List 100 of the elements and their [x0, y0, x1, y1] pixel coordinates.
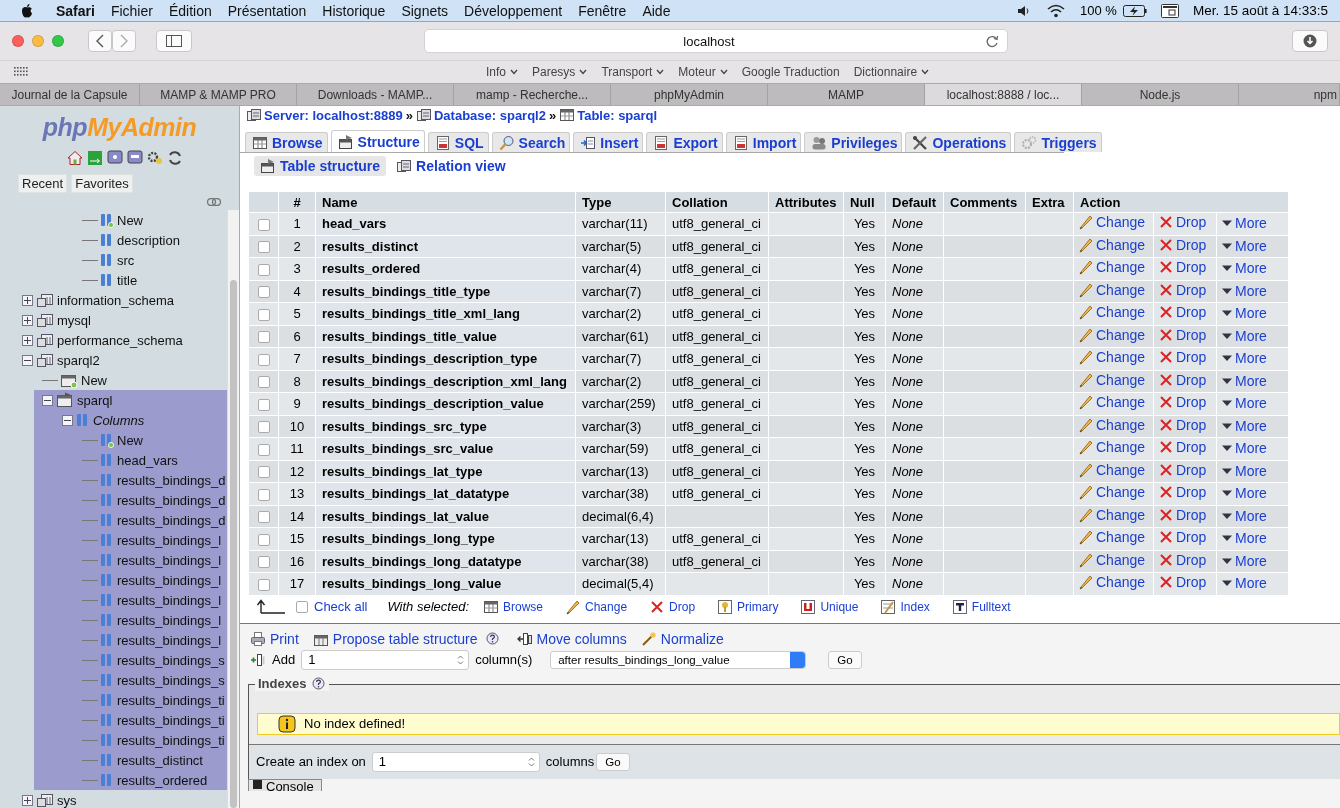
back-button[interactable] [88, 30, 112, 52]
bookmark[interactable]: Dictionnaire [853, 65, 930, 79]
bookmark[interactable]: Transport [601, 65, 665, 79]
menu-item[interactable]: Développement [456, 2, 571, 19]
menu-item[interactable]: Fichier [102, 2, 161, 19]
database-item[interactable]: mysql [57, 312, 91, 328]
row-checkbox[interactable] [257, 353, 270, 366]
downloads-button[interactable] [1292, 30, 1328, 52]
tab[interactable]: Privileges [804, 132, 903, 152]
bulk-action-link[interactable]: Fulltext [951, 598, 1011, 615]
column-item[interactable]: title [117, 272, 138, 288]
table-item[interactable]: sparql [77, 392, 113, 408]
index-columns-field[interactable]: 1 [371, 751, 540, 772]
column-count-field[interactable]: 1 [301, 649, 470, 670]
tool-link[interactable]: Move columns [516, 630, 627, 647]
go-button[interactable]: Go [596, 752, 630, 771]
tab[interactable]: Triggers [1014, 132, 1102, 152]
bulk-action-link[interactable]: Unique [800, 598, 859, 615]
sidebar-button[interactable] [156, 30, 192, 52]
tool-link[interactable]: Print [250, 630, 299, 647]
row-checkbox[interactable] [257, 533, 270, 546]
breadcrumb-link[interactable]: Database: sparql2 [415, 107, 546, 123]
minimize-window-button[interactable] [32, 35, 44, 47]
tool-link[interactable]: Propose table structure [312, 630, 478, 647]
new-item[interactable]: New [81, 372, 107, 388]
collapse-toggle[interactable] [42, 394, 53, 406]
tab[interactable]: Export [646, 132, 723, 152]
expand-toggle[interactable] [22, 794, 33, 806]
close-window-button[interactable] [12, 35, 24, 47]
menu-item[interactable]: Historique [314, 2, 394, 19]
column-item[interactable]: description [117, 232, 180, 248]
address-field[interactable]: localhost [424, 29, 1008, 53]
check-all-link[interactable]: Check all [296, 599, 368, 614]
tab[interactable]: Browse [245, 132, 328, 152]
row-checkbox[interactable] [257, 511, 270, 524]
scrollbar-thumb[interactable] [230, 280, 237, 808]
tab[interactable]: Insert [573, 132, 644, 152]
browser-tab[interactable]: localhost:8888 / loc... [925, 84, 1082, 105]
bulk-action-link[interactable]: Drop [649, 598, 696, 615]
row-checkbox[interactable] [257, 443, 270, 456]
bookmark[interactable]: Info [486, 65, 518, 79]
tab[interactable]: Operations [905, 132, 1012, 152]
tab[interactable]: SQL [427, 132, 489, 152]
bookmark[interactable]: Paresys [532, 65, 588, 79]
database-item[interactable]: information_schema [57, 292, 175, 308]
bulk-action-link[interactable]: Index [880, 598, 930, 615]
bulk-action-link[interactable]: Browse [483, 598, 543, 615]
row-checkbox[interactable] [257, 466, 270, 479]
row-checkbox[interactable] [257, 241, 270, 254]
bookmark[interactable]: Google Traduction [741, 65, 840, 79]
columns-group[interactable]: Columns [93, 412, 145, 428]
row-checkbox[interactable] [257, 331, 270, 344]
breadcrumb-link[interactable]: Server: localhost:8889 [246, 107, 403, 123]
row-checkbox[interactable] [257, 556, 270, 569]
row-checkbox[interactable] [257, 263, 270, 276]
expand-toggle[interactable] [22, 334, 33, 346]
bulk-action-link[interactable]: Primary [717, 598, 779, 615]
database-item[interactable]: sparql2 [57, 352, 100, 368]
check-all-checkbox[interactable] [296, 600, 308, 613]
database-item[interactable]: performance_schema [57, 332, 183, 348]
row-checkbox[interactable] [257, 308, 270, 321]
bookmark[interactable]: Moteur [678, 65, 728, 79]
expand-toggle[interactable] [22, 314, 33, 326]
row-checkbox[interactable] [257, 578, 270, 591]
breadcrumb-link[interactable]: Table: sparql [559, 107, 658, 123]
sidebar-tab[interactable]: Recent [18, 174, 68, 193]
menu-item[interactable]: Aide [634, 2, 679, 19]
row-checkbox[interactable] [257, 488, 270, 501]
row-checkbox[interactable] [257, 421, 270, 434]
sub-tab[interactable]: Relation view [390, 156, 512, 176]
sub-tab[interactable]: Table structure [254, 156, 387, 176]
row-checkbox[interactable] [257, 376, 270, 389]
row-checkbox[interactable] [257, 218, 270, 231]
collapse-toggle[interactable] [62, 414, 73, 426]
clock[interactable]: Mer. 15 août à 14:33:5 [1192, 3, 1328, 18]
app-menu[interactable]: Safari [48, 2, 103, 19]
chat-icon [126, 150, 143, 166]
database-item[interactable]: sys [57, 792, 77, 808]
expand-toggle[interactable] [22, 294, 33, 306]
bulk-action-link[interactable]: Change [565, 598, 628, 615]
sidebar-tab[interactable]: Favorites [71, 174, 133, 193]
row-checkbox[interactable] [257, 398, 270, 411]
menu-item[interactable]: Présentation [219, 2, 315, 19]
zoom-window-button[interactable] [52, 35, 64, 47]
tab[interactable]: Import [725, 132, 802, 152]
new-item[interactable]: New [117, 432, 143, 448]
database-icon [36, 352, 54, 368]
breadcrumb-separator: » [548, 107, 557, 123]
row-checkbox[interactable] [257, 286, 270, 299]
new-item[interactable]: New [117, 212, 143, 228]
tool-link[interactable]: Normalize [640, 630, 724, 647]
position-select[interactable]: after results_bindings_long_value [550, 650, 807, 669]
menu-item[interactable]: Édition [160, 2, 220, 19]
column-item[interactable]: src [117, 252, 135, 268]
tab[interactable]: Search [491, 132, 571, 152]
go-button[interactable]: Go [828, 650, 862, 669]
menu-item[interactable]: Signets [393, 2, 457, 19]
tab[interactable]: Structure [330, 130, 425, 152]
menu-item[interactable]: Fenêtre [570, 2, 635, 19]
collapse-toggle[interactable] [22, 354, 33, 366]
